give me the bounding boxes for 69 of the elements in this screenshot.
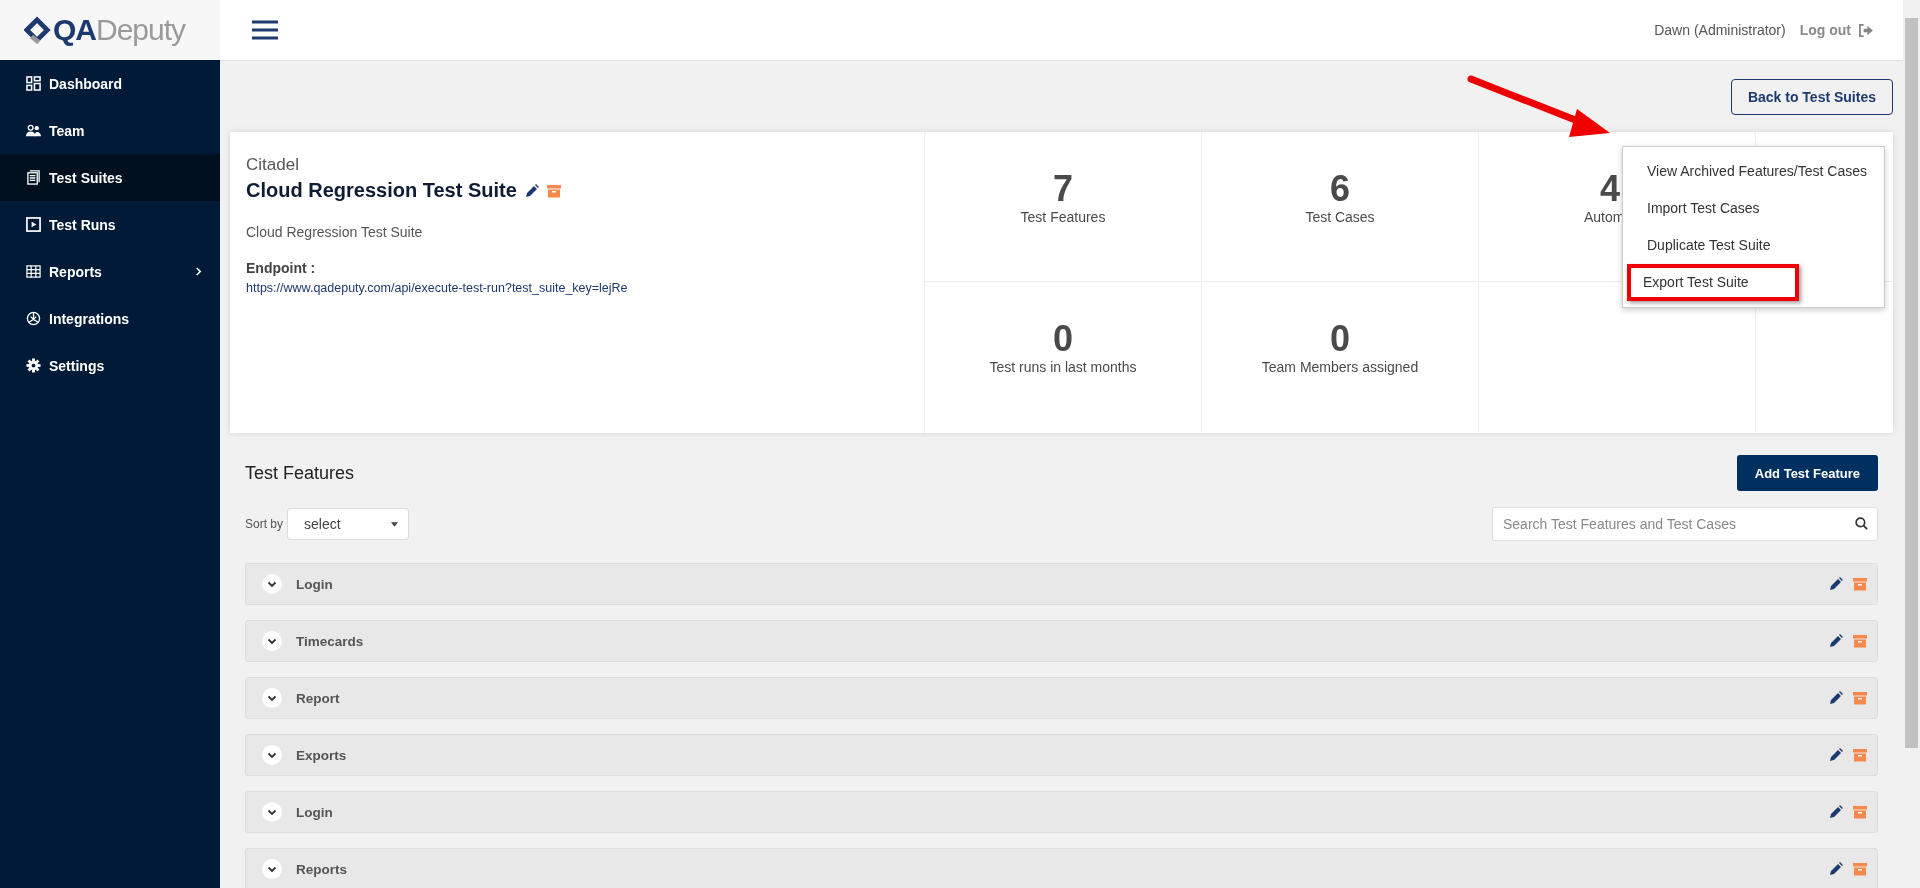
- stat-value: 0: [1053, 319, 1073, 359]
- pencil-icon[interactable]: [1829, 691, 1843, 705]
- feature-name: Timecards: [296, 633, 365, 649]
- menu-item[interactable]: Duplicate Test Suite: [1627, 227, 1880, 264]
- dashboard-icon: [26, 76, 41, 91]
- sidebar-item[interactable]: Reports: [0, 248, 220, 295]
- endpoint-link[interactable]: https://www.qadeputy.com/api/execute-test-run?test_suite_key=lejRe: [246, 281, 908, 295]
- stat-value: 6: [1330, 168, 1350, 209]
- stat-value: 4: [1600, 168, 1621, 209]
- pencil-icon[interactable]: [1829, 805, 1843, 819]
- team-icon: [26, 123, 41, 138]
- sidebar-item[interactable]: Settings: [0, 342, 220, 389]
- chevron-right-icon: [195, 266, 202, 277]
- expand-icon[interactable]: [262, 631, 282, 651]
- sidebar-item[interactable]: Integrations: [0, 295, 220, 342]
- stat-label: Test runs in last months: [989, 359, 1137, 375]
- sort-label: Sort by: [245, 517, 283, 531]
- integrations-icon: [26, 311, 41, 326]
- feature-name: Report: [296, 690, 341, 706]
- expand-icon[interactable]: [262, 688, 282, 708]
- feature-row[interactable]: Login: [245, 791, 1878, 833]
- endpoint-label: Endpoint :: [246, 260, 317, 276]
- feature-name: Reports: [296, 861, 348, 877]
- user-name: Dawn (Administrator): [1654, 22, 1786, 38]
- settings-icon: [26, 358, 41, 373]
- feature-name: Exports: [296, 747, 348, 763]
- sidebar-item[interactable]: Dashboard: [0, 60, 220, 107]
- menu-item[interactable]: Import Test Cases: [1627, 190, 1880, 227]
- feature-row[interactable]: Report: [245, 677, 1878, 719]
- search-icon: [1855, 517, 1868, 530]
- document-icon: [26, 170, 41, 185]
- stat-label: Team Members assigned: [1261, 359, 1419, 375]
- expand-icon[interactable]: [262, 574, 282, 594]
- suite-description: Cloud Regression Test Suite: [246, 224, 424, 240]
- table-icon: [26, 264, 41, 279]
- expand-icon[interactable]: [262, 802, 282, 822]
- menu-item[interactable]: View Archived Features/Test Cases: [1627, 153, 1880, 190]
- feature-row[interactable]: Exports: [245, 734, 1878, 776]
- sidebar-item[interactable]: Test Runs: [0, 201, 220, 248]
- feature-name: Login: [296, 804, 334, 820]
- stat-label: Test Cases: [1305, 208, 1375, 225]
- play-icon: [26, 217, 41, 232]
- search-field[interactable]: Search Test Features and Test Cases: [1492, 507, 1878, 541]
- logout-icon: [1858, 23, 1873, 37]
- sidebar-item[interactable]: Team: [0, 107, 220, 154]
- pencil-icon[interactable]: [524, 183, 539, 198]
- feature-row[interactable]: Reports: [245, 848, 1878, 888]
- pencil-icon[interactable]: [1829, 634, 1843, 648]
- stat-value: 7: [1053, 168, 1073, 209]
- back-button[interactable]: Back to Test Suites: [1730, 79, 1893, 115]
- caret-icon: [391, 521, 398, 527]
- expand-icon[interactable]: [262, 859, 282, 879]
- stat-value: 0: [1330, 319, 1350, 359]
- pencil-icon[interactable]: [1829, 577, 1843, 591]
- feature-row[interactable]: Login: [245, 563, 1878, 605]
- menu-icon[interactable]: [252, 20, 278, 40]
- pencil-icon[interactable]: [1829, 862, 1843, 876]
- expand-icon[interactable]: [262, 745, 282, 765]
- project-name: Citadel: [246, 155, 300, 175]
- pencil-icon[interactable]: [1829, 748, 1843, 762]
- section-title: Test Features: [245, 462, 355, 484]
- sidebar-item[interactable]: Test Suites: [0, 154, 220, 201]
- sort-dropdown[interactable]: select: [287, 508, 409, 540]
- add-feature-button[interactable]: Add Test Feature: [1736, 455, 1878, 491]
- feature-row[interactable]: Timecards: [245, 620, 1878, 662]
- menu-item[interactable]: Export Test Suite: [1627, 264, 1799, 301]
- feature-name: Login: [296, 576, 334, 592]
- suite-title: Cloud Regression Test Suite: [246, 179, 517, 202]
- stat-label: Test Features: [1020, 208, 1106, 225]
